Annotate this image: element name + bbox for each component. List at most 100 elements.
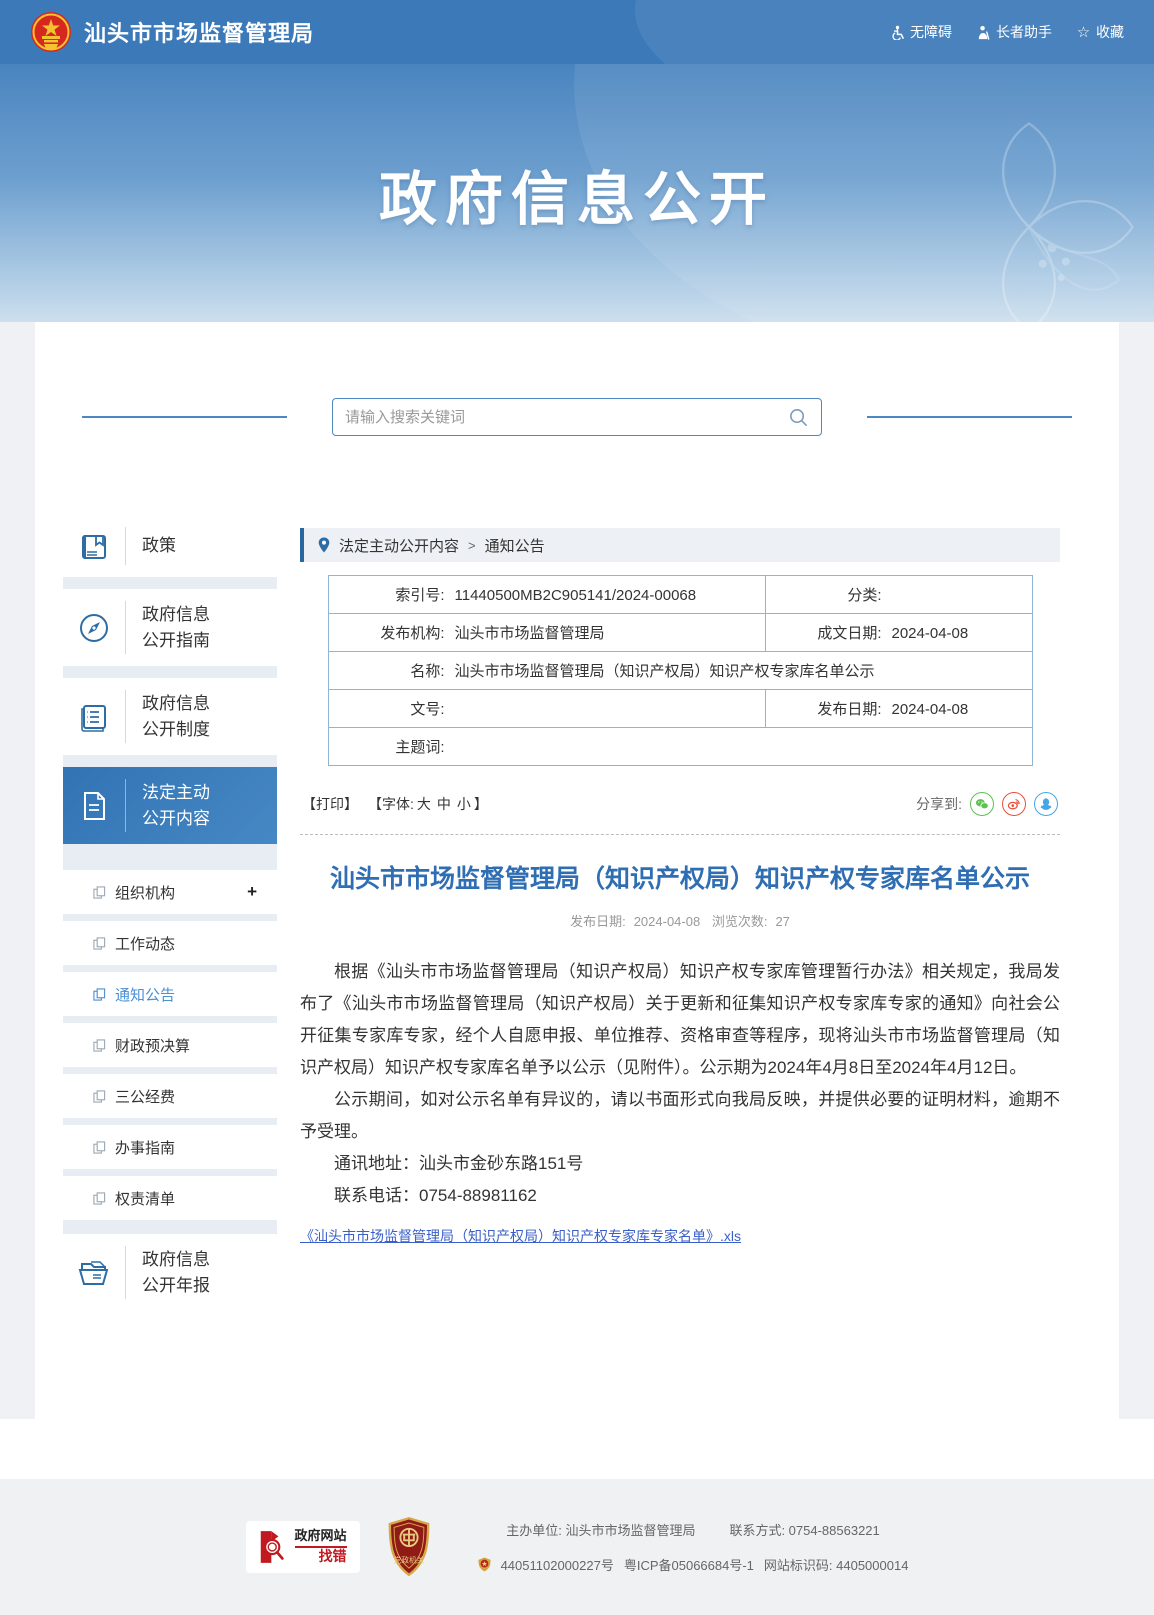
submenu-item-budget[interactable]: 财政预决算 — [63, 1023, 277, 1067]
table-row: 文号: 发布日期:2024-04-08 — [328, 690, 1032, 728]
sidebar-item-annual-report[interactable]: 政府信息公开年报 — [63, 1234, 277, 1311]
publish-date-meta-label: 发布日期: — [570, 914, 626, 929]
sidebar-item-label: 政策 — [142, 533, 220, 559]
banner: 政府信息公开 — [0, 64, 1154, 322]
search-row — [35, 398, 1119, 436]
search-icon[interactable] — [788, 407, 809, 428]
font-size-medium-button[interactable]: 中 — [437, 796, 451, 812]
submenu-item-responsibility-list[interactable]: 权责清单 — [63, 1176, 277, 1220]
document-icon — [63, 789, 125, 823]
font-size-small-button[interactable]: 小 — [457, 796, 471, 812]
index-value: 11440500MB2C905141/2024-00068 — [455, 587, 697, 604]
share-qq-icon[interactable] — [1034, 792, 1058, 816]
search-input[interactable] — [345, 409, 788, 426]
submenu-item-notices[interactable]: 通知公告 — [63, 972, 277, 1016]
article-meta: 发布日期:2024-04-08 浏览次数:27 — [300, 911, 1060, 930]
magnifier-icon — [259, 1529, 289, 1565]
party-government-shield-badge[interactable]: 党政机关 — [386, 1516, 432, 1578]
decor-line-left — [82, 416, 287, 418]
sidebar-item-info-guide[interactable]: 政府信息公开指南 — [63, 589, 277, 666]
divider — [125, 779, 126, 832]
contact-info: 联系方式: 0754-88563221 — [729, 1520, 879, 1539]
table-row: 发布机构:汕头市市场监督管理局 成文日期:2024-04-08 — [328, 614, 1032, 652]
font-size-controls: 【字体:大中小】 — [368, 794, 488, 814]
attachment-link[interactable]: 《汕头市市场监督管理局（知识产权局）知识产权专家库专家名单》.xls — [300, 1228, 741, 1244]
publish-date-label: 发布日期: — [772, 698, 882, 719]
pages-icon — [93, 1039, 106, 1052]
breadcrumb-link-legal[interactable]: 法定主动公开内容 — [339, 535, 459, 556]
agency-cell: 发布机构:汕头市市场监督管理局 — [328, 614, 765, 652]
font-size-prefix: 【字体: — [368, 796, 414, 812]
submenu-item-label: 办事指南 — [115, 1137, 175, 1158]
elder-assist-link[interactable]: 长者助手 — [976, 22, 1052, 42]
divider — [125, 527, 126, 565]
divider — [125, 1246, 126, 1299]
compass-icon — [63, 611, 125, 645]
accessibility-icon — [890, 25, 905, 40]
table-row: 索引号: 11440500MB2C905141/2024-00068 分类: — [328, 576, 1032, 614]
submenu-item-label: 财政预决算 — [115, 1035, 190, 1056]
sidebar-item-legal-disclosure[interactable]: 法定主动公开内容 — [63, 767, 277, 844]
decor-line-right — [867, 416, 1072, 418]
sidebar-item-info-system[interactable]: 政府信息公开制度 — [63, 678, 277, 755]
article-paragraph: 联系电话：0754-88981162 — [300, 1180, 1060, 1212]
pages-icon — [93, 1192, 106, 1205]
favorite-link[interactable]: ☆ 收藏 — [1076, 22, 1124, 42]
share-weibo-icon[interactable] — [1002, 792, 1026, 816]
elder-assist-label: 长者助手 — [996, 22, 1052, 42]
name-cell: 名称: 汕头市市场监督管理局（知识产权局）知识产权专家库名单公示 — [328, 652, 1032, 690]
page-title: 政府信息公开 — [0, 64, 1154, 236]
expand-plus-icon[interactable]: + — [247, 882, 257, 902]
table-row: 名称: 汕头市市场监督管理局（知识产权局）知识产权专家库名单公示 — [328, 652, 1032, 690]
sidebar-item-label: 政府信息公开年报 — [142, 1247, 220, 1299]
breadcrumb-link-notices[interactable]: 通知公告 — [485, 535, 545, 556]
font-size-large-button[interactable]: 大 — [417, 796, 431, 812]
page-background: 政策 政府信息公开指南 — [0, 322, 1154, 1419]
breadcrumb: 法定主动公开内容 > 通知公告 — [300, 528, 1060, 562]
accessibility-link[interactable]: 无障碍 — [890, 22, 952, 42]
divider — [125, 690, 126, 743]
share-wechat-icon[interactable] — [970, 792, 994, 816]
font-size-suffix: 】 — [474, 796, 488, 812]
search-box — [332, 398, 822, 436]
name-label: 名称: — [335, 660, 445, 681]
share-bar: 分享到: — [916, 792, 1058, 816]
accessibility-label: 无障碍 — [910, 22, 952, 42]
content-card: 政策 政府信息公开指南 — [35, 322, 1119, 1419]
finderr-line2: 找错 — [295, 1548, 347, 1566]
submenu-item-label: 组织机构 — [115, 882, 175, 903]
index-cell: 索引号: 11440500MB2C905141/2024-00068 — [328, 576, 765, 614]
police-record-number[interactable]: 44051102000227号 — [501, 1555, 614, 1574]
sidebar-item-label: 法定主动公开内容 — [142, 780, 220, 832]
article-paragraph: 根据《汕头市市场监督管理局（知识产权局）知识产权专家库管理暂行办法》相关规定，我… — [300, 956, 1060, 1084]
sidebar-item-policy[interactable]: 政策 — [63, 515, 277, 577]
pages-icon — [93, 937, 106, 950]
top-header: 汕头市市场监督管理局 无障碍 长者助手 ☆ 收藏 — [0, 0, 1154, 64]
sidebar: 政策 政府信息公开指南 — [63, 515, 277, 1311]
icp-record-number[interactable]: 粤ICP备05066684号-1 — [624, 1555, 754, 1574]
category-cell: 分类: — [765, 576, 1032, 614]
national-emblem-logo — [30, 11, 72, 53]
shield-badge-text: 党政机关 — [393, 1554, 424, 1564]
submenu-item-label: 通知公告 — [115, 984, 175, 1005]
site-error-report-badge[interactable]: 政府网站 找错 — [246, 1521, 360, 1573]
submenu-item-three-public[interactable]: 三公经费 — [63, 1074, 277, 1118]
publish-date-meta-value: 2024-04-08 — [634, 914, 701, 929]
index-label: 索引号: — [335, 584, 445, 605]
written-date-value: 2024-04-08 — [892, 625, 969, 642]
category-label: 分类: — [772, 584, 882, 605]
submenu-item-service-guide[interactable]: 办事指南 — [63, 1125, 277, 1169]
footer-text: 主办单位: 汕头市市场监督管理局 联系方式: 0754-88563221 440… — [478, 1520, 909, 1574]
publish-date-value: 2024-04-08 — [892, 701, 969, 718]
finderr-line1: 政府网站 — [295, 1528, 347, 1548]
agency-value: 汕头市市场监督管理局 — [455, 625, 605, 642]
print-button[interactable]: 【打印】 — [302, 794, 358, 814]
table-row: 主题词: — [328, 728, 1032, 766]
article-paragraph: 公示期间，如对公示名单有异议的，请以书面形式向我局反映，并提供必要的证明材料，逾… — [300, 1084, 1060, 1148]
submenu-item-organization[interactable]: 组织机构 + — [63, 870, 277, 914]
submenu-item-work-news[interactable]: 工作动态 — [63, 921, 277, 965]
views-label: 浏览次数: — [712, 914, 768, 929]
name-value: 汕头市市场监督管理局（知识产权局）知识产权专家库名单公示 — [455, 663, 875, 680]
footer: 政府网站 找错 党政机关 主办单位: 汕头市市场监督管理局 联系方式: 0754… — [0, 1479, 1154, 1615]
article-body: 根据《汕头市市场监督管理局（知识产权局）知识产权专家库管理暂行办法》相关规定，我… — [300, 956, 1060, 1212]
